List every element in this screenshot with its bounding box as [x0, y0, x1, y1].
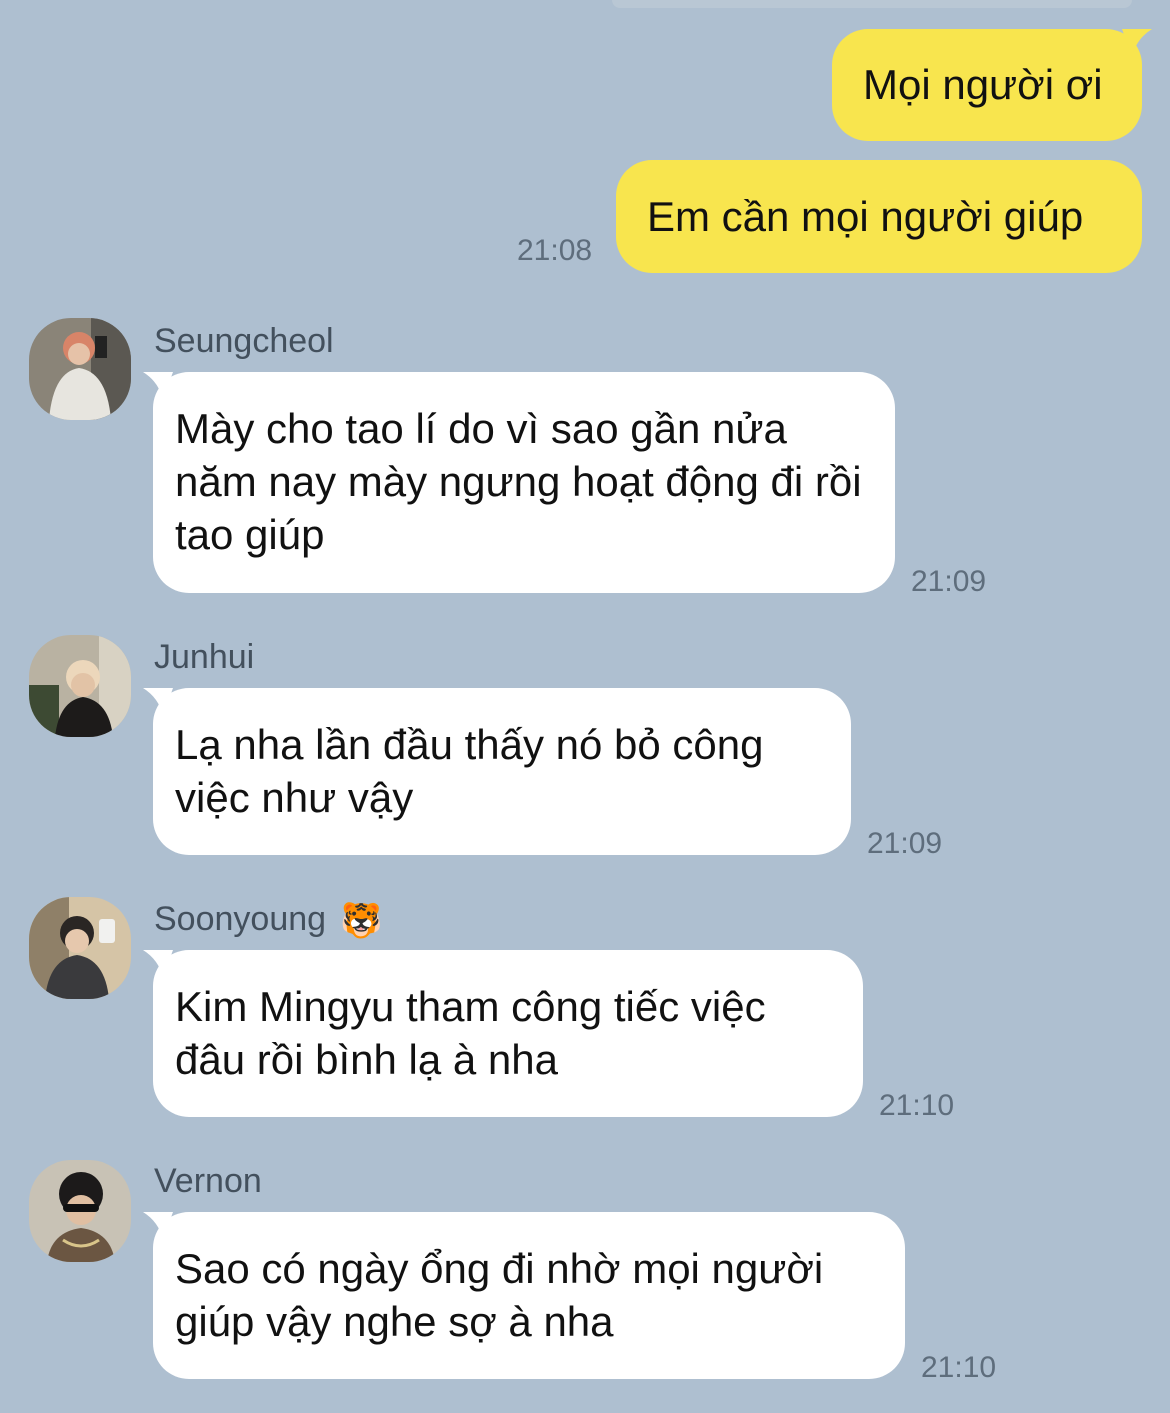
bubble-tail — [143, 950, 173, 978]
message-time: 21:10 — [879, 1089, 955, 1122]
message-text: Sao có ngày ổng đi nhờ mọi người giúp vậ… — [175, 1245, 824, 1345]
bubble-tail — [1122, 29, 1152, 57]
outgoing-message[interactable]: Mọi người ơi — [832, 29, 1152, 141]
message-time: 21:09 — [911, 565, 987, 598]
message-text: Lạ nha lần đầu thấy nó bỏ công việc như … — [175, 721, 764, 821]
avatar[interactable] — [29, 897, 131, 999]
avatar[interactable] — [29, 1160, 131, 1262]
avatar[interactable] — [29, 318, 131, 420]
previous-message-edge — [612, 0, 1132, 8]
sender-name: Soonyoung 🐯 — [154, 900, 382, 941]
tiger-icon: 🐯 — [340, 902, 383, 941]
message-time: 21:10 — [921, 1351, 997, 1384]
message-text: Mọi người ơi — [863, 61, 1103, 108]
bubble-tail — [143, 688, 173, 716]
message-text: Mày cho tao lí do vì sao gần nửa năm nay… — [175, 405, 862, 558]
incoming-message[interactable]: Mày cho tao lí do vì sao gần nửa năm nay… — [143, 372, 895, 593]
sender-name-text: Soonyoung — [154, 900, 327, 938]
sender-name: Vernon — [154, 1162, 262, 1200]
sender-name: Junhui — [154, 638, 255, 676]
incoming-message[interactable]: Kim Mingyu tham công tiếc việc đâu rồi b… — [143, 950, 863, 1117]
message-time: 21:09 — [867, 827, 943, 860]
outgoing-message[interactable]: Em cần mọi người giúp — [616, 160, 1142, 273]
bubble-tail — [143, 1212, 173, 1240]
incoming-message[interactable]: Lạ nha lần đầu thấy nó bỏ công việc như … — [143, 688, 851, 855]
sender-name: Seungcheol — [154, 322, 334, 360]
incoming-message[interactable]: Sao có ngày ổng đi nhờ mọi người giúp vậ… — [143, 1212, 905, 1379]
message-time: 21:08 — [517, 234, 593, 267]
message-text: Kim Mingyu tham công tiếc việc đâu rồi b… — [175, 983, 766, 1083]
avatar[interactable] — [29, 635, 131, 737]
message-text: Em cần mọi người giúp — [647, 193, 1084, 240]
bubble-tail — [143, 372, 173, 400]
